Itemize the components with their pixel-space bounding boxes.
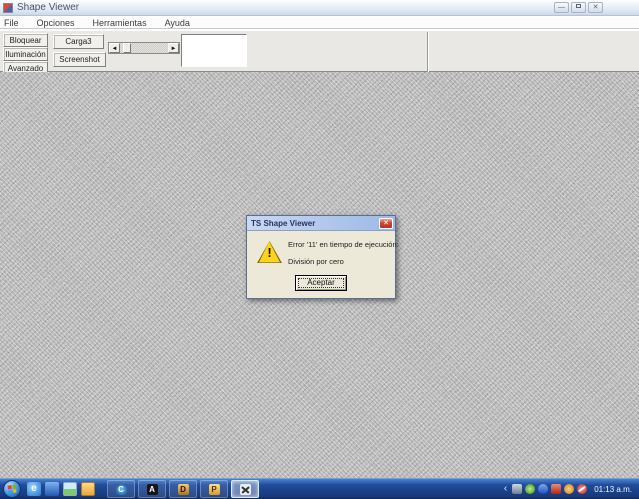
iluminacion-button[interactable]: Iluminación	[3, 47, 48, 61]
explorer-folder-icon[interactable]	[81, 482, 95, 496]
taskbar-app-4[interactable]: P	[200, 480, 228, 498]
blocked-status-icon[interactable]	[577, 484, 587, 494]
taskbar-app-1[interactable]: C	[107, 480, 135, 498]
windows-flag-icon	[7, 484, 16, 493]
shape-viewer-icon	[240, 484, 251, 495]
carga3-button[interactable]: Carga3	[53, 34, 104, 49]
dialog-close-button[interactable]: ✕	[379, 218, 393, 229]
taskbar: e C A D P ‹ 01:13 a.m.	[0, 478, 639, 499]
taskbar-app-buttons: C A D P	[107, 480, 259, 498]
window-title: Shape Viewer	[17, 2, 79, 13]
menu-ayuda[interactable]: Ayuda	[156, 18, 199, 28]
zoom-scrollbar[interactable]: ◄ ►	[108, 42, 180, 54]
dialog-title: TS Shape Viewer	[247, 219, 379, 228]
start-button[interactable]	[3, 480, 21, 498]
tray-app-icon[interactable]	[551, 484, 561, 494]
dialog-body: ! Error '11' en tiempo de ejecución: Div…	[247, 231, 395, 299]
error-message-line2: División por cero	[288, 257, 344, 266]
app-icon	[3, 3, 13, 13]
screenshot-button[interactable]: Screenshot	[53, 52, 106, 67]
toolbar: Bloquear Iluminación Avanzado Carga3 Scr…	[0, 30, 639, 72]
taskbar-app-shapeviewer-active[interactable]	[231, 480, 259, 498]
bluetooth-icon[interactable]	[538, 484, 548, 494]
photo-viewer-icon[interactable]	[63, 482, 77, 496]
taskbar-app-2[interactable]: A	[138, 480, 166, 498]
network-icon[interactable]	[512, 484, 522, 494]
toolbar-divider	[427, 32, 429, 72]
menu-opciones[interactable]: Opciones	[28, 18, 84, 28]
error-dialog: TS Shape Viewer ✕ ! Error '11' en tiempo…	[246, 215, 396, 299]
minimize-button[interactable]: —	[554, 2, 569, 13]
warning-exclamation: !	[267, 243, 271, 263]
system-tray: ‹ 01:13 a.m.	[502, 484, 639, 494]
close-button[interactable]: ✕	[588, 2, 603, 13]
maximize-button[interactable]	[571, 2, 586, 13]
desktop: Shape Viewer — ✕ File Opciones Herramien…	[0, 0, 639, 499]
menu-file[interactable]: File	[0, 18, 28, 28]
tray-chevron-icon[interactable]: ‹	[502, 484, 509, 494]
window-titlebar: Shape Viewer — ✕	[0, 0, 639, 16]
taskbar-app-3[interactable]: D	[169, 480, 197, 498]
warning-icon: !	[257, 241, 282, 263]
maximize-icon	[576, 4, 581, 8]
media-player-icon[interactable]	[45, 482, 59, 496]
taskbar-clock[interactable]: 01:13 a.m.	[590, 485, 635, 494]
update-icon[interactable]	[564, 484, 574, 494]
menubar: File Opciones Herramientas Ayuda	[0, 17, 639, 29]
internet-explorer-icon[interactable]: e	[27, 482, 41, 496]
app2-icon: A	[147, 484, 158, 495]
bloquear-button[interactable]: Bloquear	[3, 33, 48, 47]
app4-icon: P	[209, 484, 220, 495]
app1-icon: C	[116, 484, 127, 495]
error-message-line1: Error '11' en tiempo de ejecución:	[288, 240, 399, 249]
dialog-titlebar[interactable]: TS Shape Viewer ✕	[247, 216, 395, 231]
antivirus-icon[interactable]	[525, 484, 535, 494]
scroll-left-icon[interactable]: ◄	[109, 43, 120, 53]
scrollbar-track[interactable]	[120, 43, 168, 53]
menu-herramientas[interactable]: Herramientas	[84, 18, 156, 28]
scroll-right-icon[interactable]: ►	[168, 43, 179, 53]
info-textbox[interactable]	[181, 34, 247, 67]
window-controls: — ✕	[554, 2, 603, 13]
aceptar-button[interactable]: Aceptar	[295, 275, 347, 291]
app3-icon: D	[178, 484, 189, 495]
scrollbar-thumb[interactable]	[123, 43, 131, 53]
